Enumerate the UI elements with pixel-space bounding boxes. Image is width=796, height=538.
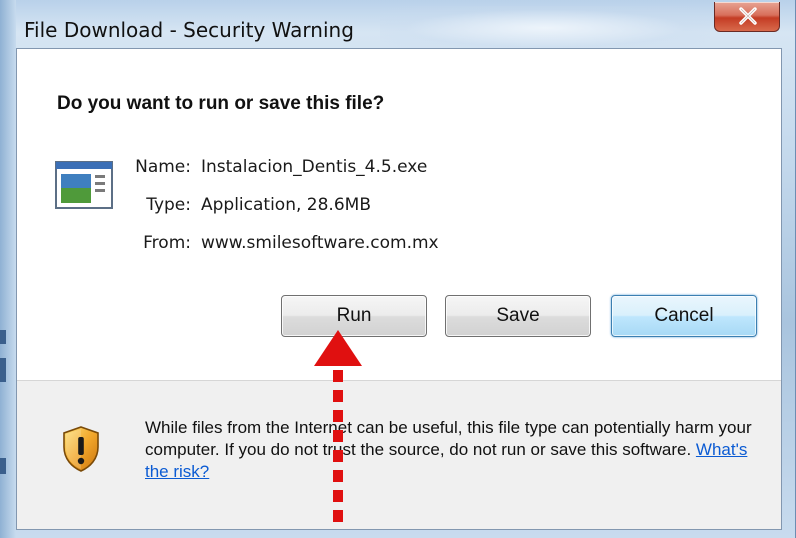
background-strip <box>0 330 6 344</box>
dialog-client-area: Do you want to run or save this file? Na… <box>16 48 782 530</box>
file-name-value: Instalacion_Dentis_4.5.exe <box>201 157 428 177</box>
close-icon <box>739 7 757 25</box>
background-strip <box>0 358 6 382</box>
file-name-label: Name: <box>135 157 191 177</box>
background-strip <box>0 458 6 474</box>
red-dotted-arrow-icon <box>314 330 362 522</box>
file-source-value: www.smilesoftware.com.mx <box>201 233 439 253</box>
shield-warning-icon <box>63 426 99 472</box>
dialog-question: Do you want to run or save this file? <box>57 93 385 114</box>
warning-message: While files from the Internet can be use… <box>145 418 752 459</box>
file-info-panel: Do you want to run or save this file? Na… <box>17 49 781 381</box>
file-type-value: Application, 28.6MB <box>201 195 371 215</box>
cancel-button[interactable]: Cancel <box>611 295 757 337</box>
title-bar-glow <box>380 6 710 50</box>
file-source-label: From: <box>143 233 191 253</box>
save-button[interactable]: Save <box>445 295 591 337</box>
window-left-edge <box>0 0 16 538</box>
close-button[interactable] <box>714 2 780 32</box>
file-type-label: Type: <box>146 195 191 215</box>
window-title: File Download - Security Warning <box>24 18 354 42</box>
security-warning-text: While files from the Internet can be use… <box>145 417 775 483</box>
